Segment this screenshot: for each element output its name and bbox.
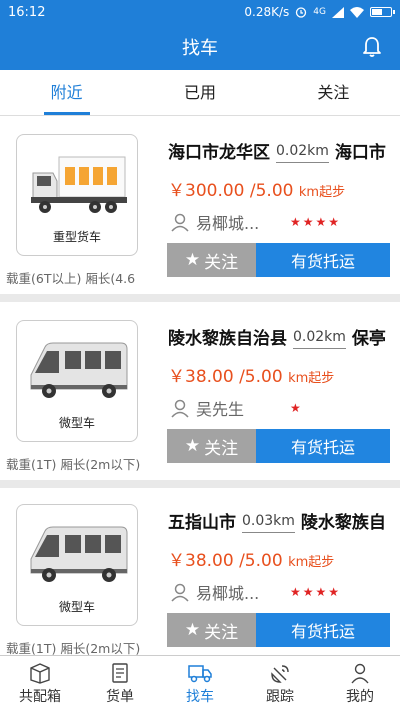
price: ￥38.00 /5.00 km起步 <box>168 362 334 387</box>
route-distance: 0.02km <box>276 142 329 163</box>
rating-stars: ★★★★ <box>290 585 342 599</box>
nav-label: 共配箱 <box>19 688 61 705</box>
tab-following[interactable]: 关注 <box>267 70 400 115</box>
truck-icon <box>188 664 212 682</box>
price-value: ￥38.00 /5.00 <box>168 551 283 571</box>
tab-used[interactable]: 已用 <box>133 70 266 115</box>
nav-label: 找车 <box>186 688 214 705</box>
truck-card[interactable]: 微型车 载重(1T) 厢长(2m以下) 五指山市 0.03km 陵水黎族自 ￥3… <box>0 488 400 656</box>
price-unit: km起步 <box>298 185 346 200</box>
nav-label: 跟踪 <box>266 688 294 705</box>
route: 陵水黎族自治县 0.02km 保亭 <box>168 324 400 349</box>
truck-spec: 载重(6T以上) 厢长(4.6 <box>6 271 136 286</box>
price-value: ￥300.00 /5.00 <box>168 181 294 201</box>
bell-icon[interactable] <box>360 35 384 59</box>
nav-item-orders[interactable]: 货单 <box>80 656 160 711</box>
nav-item-find-truck[interactable]: 找车 <box>160 656 240 711</box>
star-icon: ★ <box>184 436 201 456</box>
filter-tabs: 附近 已用 关注 <box>0 70 400 116</box>
heavy-truck-icon <box>31 156 127 213</box>
follow-label: 关注 <box>204 438 239 459</box>
route-distance: 0.03km <box>242 512 295 533</box>
owner: 易椰城... ★★★★ <box>170 210 341 234</box>
route-to: 保亭 <box>351 329 386 349</box>
route-to: 海口市 <box>334 143 386 163</box>
box-icon <box>30 662 50 684</box>
bottom-nav: 共配箱 货单 找车 跟踪 我的 <box>0 655 400 711</box>
route-from: 五指山市 <box>168 513 236 533</box>
truck-list[interactable]: 重型货车 载重(6T以上) 厢长(4.6 海口市龙华区 0.02km 海口市 ￥… <box>0 116 400 656</box>
route-from: 海口市龙华区 <box>168 143 270 163</box>
truck-card[interactable]: 微型车 载重(1T) 厢长(2m以下) 陵水黎族自治县 0.02km 保亭 ￥3… <box>0 302 400 480</box>
truck-type-label: 微型车 <box>58 600 95 614</box>
signal-icon <box>332 6 344 18</box>
follow-label: 关注 <box>204 252 239 273</box>
rating-stars: ★ <box>290 401 303 415</box>
rating-stars: ★★★★ <box>290 215 342 229</box>
consign-button[interactable]: 有货托运 <box>256 243 390 277</box>
owner-name: 易椰城... <box>196 214 260 233</box>
nav-label: 我的 <box>346 688 374 705</box>
follow-button[interactable]: ★ 关注 <box>167 613 256 647</box>
route-distance: 0.02km <box>293 328 346 349</box>
star-icon: ★ <box>184 620 201 640</box>
truck-type-label: 重型货车 <box>52 230 101 244</box>
owner: 吴先生 ★ <box>170 396 303 420</box>
owner-name: 易椰城... <box>196 584 260 603</box>
truck-thumbnail: 微型车 <box>16 504 138 626</box>
star-icon: ★ <box>184 250 201 270</box>
owner-name: 吴先生 <box>196 400 245 419</box>
truck-thumbnail: 微型车 <box>16 320 138 442</box>
consign-button[interactable]: 有货托运 <box>256 613 390 647</box>
van-icon <box>30 342 128 398</box>
document-icon <box>112 662 128 683</box>
nav-label: 货单 <box>106 688 134 705</box>
person-icon <box>171 399 189 418</box>
price: ￥38.00 /5.00 km起步 <box>168 546 334 571</box>
price-unit: km起步 <box>288 371 335 386</box>
nav-item-box[interactable]: 共配箱 <box>0 656 80 711</box>
price: ￥300.00 /5.00 km起步 <box>168 176 345 201</box>
truck-thumbnail: 重型货车 <box>16 134 138 256</box>
route-from: 陵水黎族自治县 <box>168 329 287 349</box>
battery-icon <box>370 7 395 17</box>
title-bar: 找车 <box>0 24 400 70</box>
route-to: 陵水黎族自 <box>300 513 386 533</box>
owner: 易椰城... ★★★★ <box>170 580 341 604</box>
network-type: 4G <box>313 7 326 17</box>
tab-nearby[interactable]: 附近 <box>0 70 133 115</box>
truck-type-label: 微型车 <box>58 416 95 430</box>
route: 五指山市 0.03km 陵水黎族自 <box>168 508 400 533</box>
truck-spec: 载重(1T) 厢长(2m以下) <box>6 641 141 656</box>
van-icon <box>30 526 128 582</box>
price-value: ￥38.00 /5.00 <box>168 367 283 387</box>
route: 海口市龙华区 0.02km 海口市 <box>168 138 400 163</box>
status-bar: 16:12 0.28K/s 4G <box>0 0 400 24</box>
person-icon <box>171 583 189 602</box>
person-icon <box>351 663 369 683</box>
alarm-icon <box>296 7 307 18</box>
network-speed: 0.28K/s <box>244 5 290 19</box>
follow-button[interactable]: ★ 关注 <box>167 243 256 277</box>
wifi-icon <box>350 6 364 18</box>
nav-item-me[interactable]: 我的 <box>320 656 400 711</box>
satellite-icon <box>271 664 289 683</box>
status-time: 16:12 <box>8 4 46 20</box>
truck-spec: 载重(1T) 厢长(2m以下) <box>6 457 141 472</box>
price-unit: km起步 <box>288 555 335 570</box>
person-icon <box>171 213 189 232</box>
truck-card[interactable]: 重型货车 载重(6T以上) 厢长(4.6 海口市龙华区 0.02km 海口市 ￥… <box>0 116 400 294</box>
consign-button[interactable]: 有货托运 <box>256 429 390 463</box>
page-title: 找车 <box>182 38 218 59</box>
nav-item-tracking[interactable]: 跟踪 <box>240 656 320 711</box>
follow-button[interactable]: ★ 关注 <box>167 429 256 463</box>
follow-label: 关注 <box>204 622 239 643</box>
